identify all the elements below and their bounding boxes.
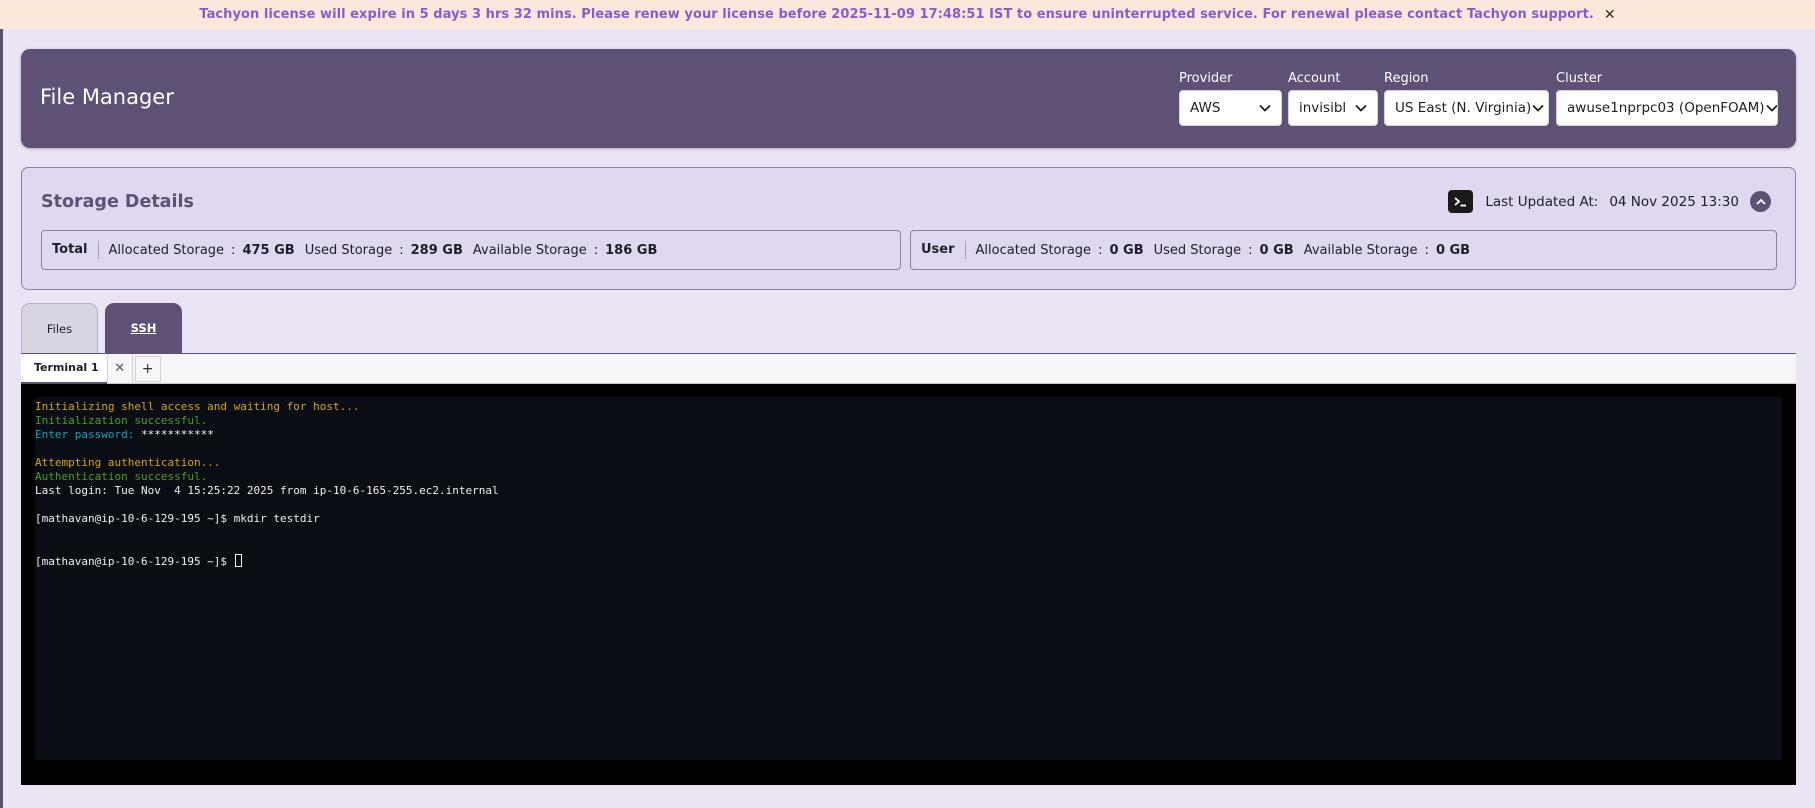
terminal-panel: Terminal 1 ✕ + Initializing shell access… bbox=[21, 353, 1796, 785]
chevron-down-icon bbox=[1532, 104, 1544, 112]
terminal-line: Attempting authentication... bbox=[35, 456, 221, 469]
terminal-tab-bar: Terminal 1 ✕ + bbox=[21, 353, 1796, 384]
storage-details-title: Storage Details bbox=[41, 192, 194, 212]
terminal-button[interactable] bbox=[1448, 190, 1474, 213]
stat-value: 0 GB bbox=[1109, 242, 1144, 258]
total-storage-head: Total bbox=[52, 241, 99, 259]
stat-separator: : bbox=[1424, 242, 1429, 258]
stat-label: Allocated Storage bbox=[108, 242, 225, 258]
terminal-cursor bbox=[234, 554, 242, 567]
tab-files[interactable]: Files bbox=[21, 303, 98, 353]
password-mask: *********** bbox=[140, 428, 214, 441]
license-banner: Tachyon license will expire in 5 days 3 … bbox=[0, 0, 1815, 29]
chevron-down-icon bbox=[1355, 104, 1367, 112]
account-value: invisibl bbox=[1299, 100, 1347, 116]
collapse-button[interactable] bbox=[1750, 191, 1771, 212]
chevron-down-icon bbox=[1259, 104, 1271, 112]
close-terminal-icon[interactable]: ✕ bbox=[106, 353, 133, 384]
stat-separator: : bbox=[399, 242, 404, 258]
cluster-label: Cluster bbox=[1556, 71, 1603, 86]
cluster-select[interactable]: awuse1nprpc03 (OpenFOAM) bbox=[1556, 90, 1778, 126]
stat-value: 475 GB bbox=[242, 242, 295, 258]
storage-details-panel: Storage Details Last Updated At: 04 Nov … bbox=[21, 167, 1796, 290]
page-header: File Manager Provider AWS Account invisi… bbox=[21, 49, 1796, 148]
provider-label: Provider bbox=[1179, 71, 1233, 86]
provider-value: AWS bbox=[1190, 100, 1221, 116]
terminal-line: [mathavan@ip-10-6-129-195 ~]$ mkdir test… bbox=[35, 512, 320, 525]
user-available: Available Storage:0 GB bbox=[1304, 243, 1470, 258]
stat-value: 0 GB bbox=[1259, 242, 1294, 258]
terminal-line: Last login: Tue Nov 4 15:25:22 2025 from… bbox=[35, 484, 499, 497]
user-allocated: Allocated Storage:0 GB bbox=[976, 243, 1144, 258]
add-terminal-button[interactable]: + bbox=[134, 355, 161, 382]
password-prompt: Enter password: bbox=[35, 428, 141, 441]
region-select[interactable]: US East (N. Virginia) bbox=[1384, 90, 1549, 126]
terminal-icon bbox=[1454, 197, 1467, 207]
total-used: Used Storage:289 GB bbox=[305, 243, 463, 258]
stat-value: 0 GB bbox=[1435, 242, 1471, 258]
chevron-up-icon bbox=[1755, 198, 1766, 205]
terminal-prompt: [mathavan@ip-10-6-129-195 ~]$ bbox=[35, 555, 234, 568]
stat-label: Available Storage bbox=[1303, 242, 1418, 258]
stat-label: Allocated Storage bbox=[975, 242, 1092, 258]
total-available: Available Storage:186 GB bbox=[473, 243, 657, 258]
stat-separator: : bbox=[231, 242, 236, 258]
license-banner-text: Tachyon license will expire in 5 days 3 … bbox=[199, 7, 1594, 22]
terminal-tab[interactable]: Terminal 1 bbox=[21, 353, 107, 384]
stat-separator: : bbox=[593, 242, 599, 258]
last-updated-label: Last Updated At: bbox=[1485, 193, 1599, 210]
tab-ssh[interactable]: SSH bbox=[105, 303, 182, 353]
terminal-screen[interactable]: Initializing shell access and waiting fo… bbox=[35, 397, 1782, 760]
stat-label: Used Storage bbox=[304, 242, 393, 258]
terminal-line: Initializing shell access and waiting fo… bbox=[35, 400, 360, 413]
left-edge-bar bbox=[0, 29, 3, 808]
account-label: Account bbox=[1288, 71, 1341, 86]
stat-label: Available Storage bbox=[472, 242, 587, 258]
account-select-group: Account invisibl bbox=[1288, 71, 1378, 126]
page-title: File Manager bbox=[40, 85, 174, 109]
total-storage-box: Total Allocated Storage:475 GB Used Stor… bbox=[41, 230, 901, 270]
chevron-down-icon bbox=[1765, 104, 1777, 112]
region-value: US East (N. Virginia) bbox=[1395, 100, 1532, 116]
terminal-line: Authentication successful. bbox=[35, 470, 208, 483]
stat-value: 186 GB bbox=[605, 242, 658, 258]
last-updated: Last Updated At: 04 Nov 2025 13:30 bbox=[1448, 190, 1771, 213]
stat-separator: : bbox=[1248, 242, 1253, 258]
terminal-line: Enter password: *********** bbox=[35, 428, 1782, 442]
cluster-select-group: Cluster awuse1nprpc03 (OpenFOAM) bbox=[1556, 71, 1778, 126]
account-select[interactable]: invisibl bbox=[1288, 90, 1378, 126]
last-updated-value: 04 Nov 2025 13:30 bbox=[1609, 193, 1739, 210]
provider-select-group: Provider AWS bbox=[1179, 71, 1282, 126]
user-used: Used Storage:0 GB bbox=[1154, 243, 1294, 258]
terminal-line: Initialization successful. bbox=[35, 414, 208, 427]
user-storage-head: User bbox=[921, 241, 966, 259]
stat-value: 289 GB bbox=[410, 242, 463, 258]
stat-separator: : bbox=[1098, 242, 1103, 258]
banner-close-icon[interactable]: ✕ bbox=[1604, 7, 1616, 23]
user-storage-box: User Allocated Storage:0 GB Used Storage… bbox=[910, 230, 1777, 270]
stat-label: Used Storage bbox=[1153, 242, 1242, 258]
terminal-prompt-line: [mathavan@ip-10-6-129-195 ~]$ bbox=[35, 554, 1782, 568]
region-label: Region bbox=[1384, 71, 1429, 86]
total-allocated: Allocated Storage:475 GB bbox=[109, 243, 295, 258]
cluster-value: awuse1nprpc03 (OpenFOAM) bbox=[1567, 100, 1765, 116]
provider-select[interactable]: AWS bbox=[1179, 90, 1282, 126]
region-select-group: Region US East (N. Virginia) bbox=[1384, 71, 1549, 126]
